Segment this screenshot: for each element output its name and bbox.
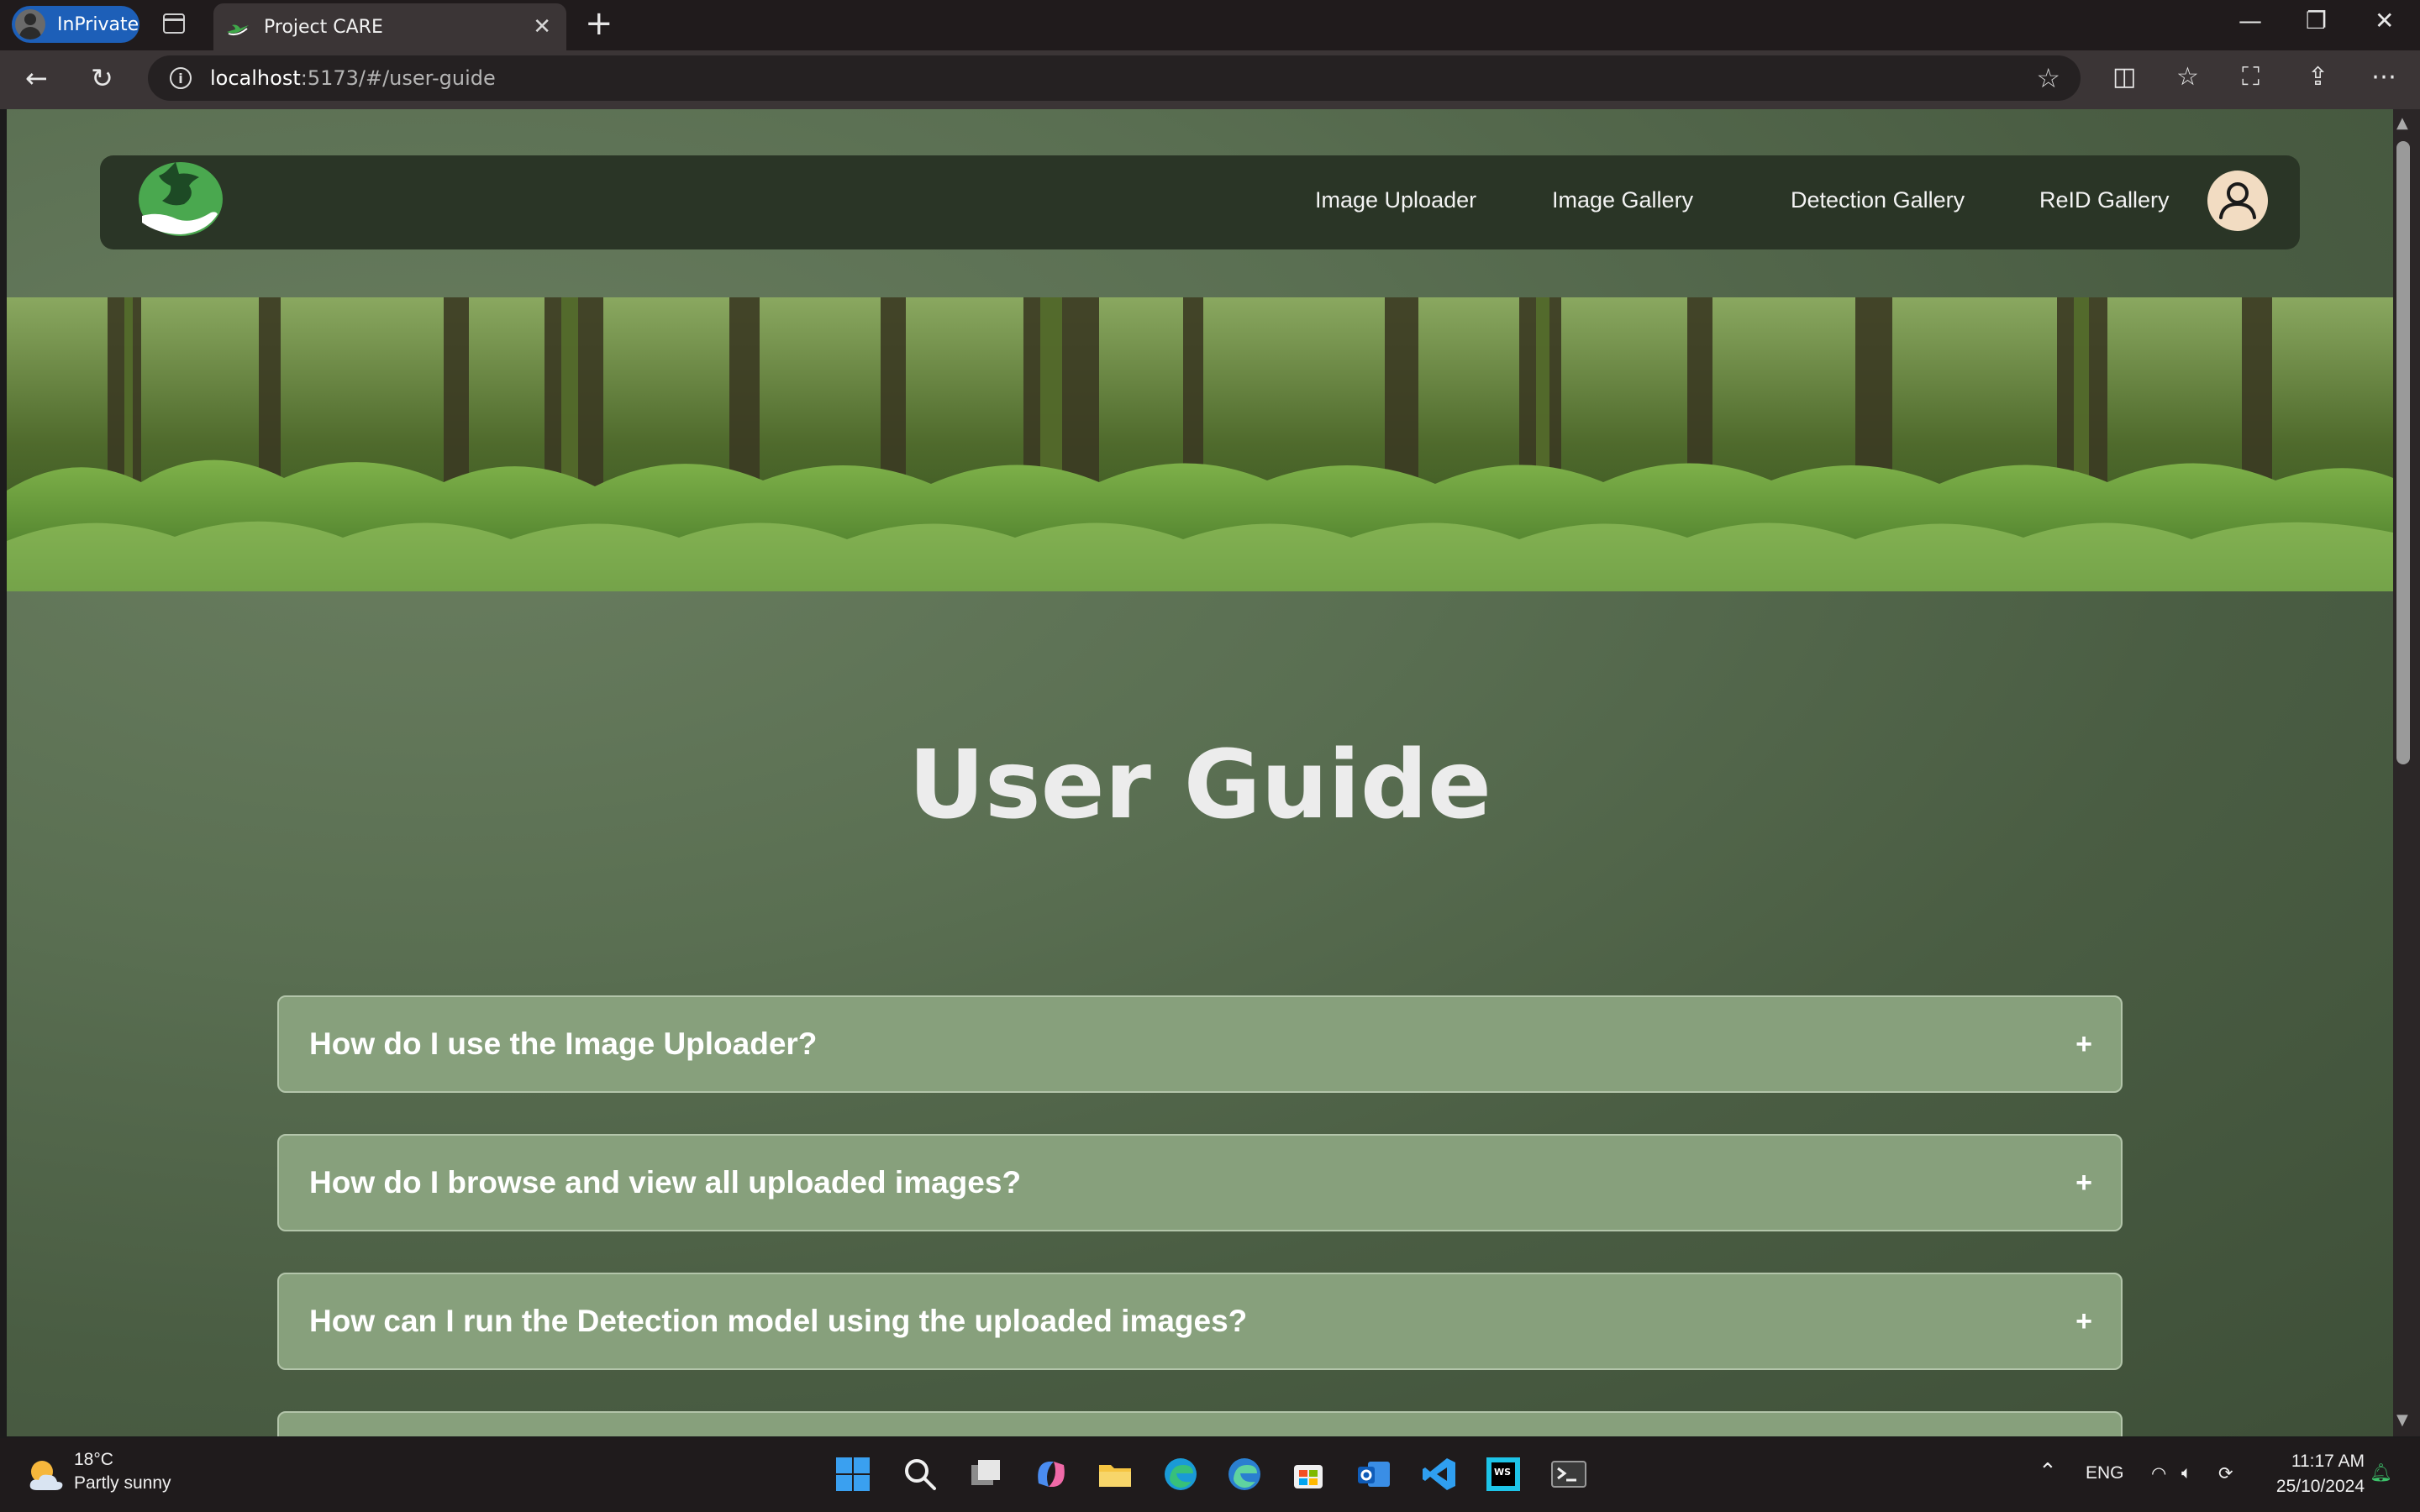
url-path: :5173/#/user-guide [300,66,496,90]
faq-item-detection-model[interactable]: How can I run the Detection model using … [277,1273,2123,1370]
browser-toolbar: ← ↻ i localhost:5173/#/user-guide ☆ ◫ ☆ … [0,50,2420,109]
page-title: User Guide [908,731,1491,840]
clock-date[interactable]: 25/10/2024 [2264,1477,2365,1497]
inprivate-label: InPrivate [57,13,139,35]
nav-reid-gallery[interactable]: ReID Gallery [2039,187,2170,213]
expand-plus-icon[interactable]: + [2075,997,2092,1091]
page-viewport: Image Uploader Image Gallery Detection G… [7,109,2393,1436]
language-indicator[interactable]: ENG [2086,1463,2124,1483]
more-options-icon[interactable]: ⋯ [2371,62,2396,92]
split-screen-icon[interactable]: ◫ [2112,62,2136,92]
webstorm-icon[interactable]: WS [1484,1455,1523,1494]
nav-detection-gallery[interactable]: Detection Gallery [1791,187,1965,213]
edge-dev-icon[interactable] [1225,1455,1264,1494]
inprivate-badge[interactable]: InPrivate [12,6,139,43]
faq-item-partial[interactable] [277,1411,2123,1436]
browser-title-bar: InPrivate Project CARE ✕ + — ❐ ✕ [0,0,2420,50]
profile-avatar-icon [15,9,45,39]
favorite-star-icon[interactable]: ☆ [2036,62,2060,94]
nav-image-gallery[interactable]: Image Gallery [1552,187,1693,213]
vscode-icon[interactable] [1420,1455,1459,1494]
svg-text:WS: WS [1494,1467,1511,1478]
terminal-icon[interactable] [1549,1455,1588,1494]
volume-icon[interactable]: 🔈︎ [2181,1463,2192,1483]
faq-item-browse-images[interactable]: How do I browse and view all uploaded im… [277,1134,2123,1231]
scrollbar-thumb[interactable] [2396,141,2410,764]
weather-condition[interactable]: Partly sunny [74,1473,171,1494]
sync-status-icon[interactable]: ⟳ [2218,1463,2233,1484]
windows-taskbar: 18°C Partly sunny WS ⌃ ENG ◠ 🔈︎ ⟳ 11:17 … [0,1438,2420,1512]
site-info-icon[interactable]: i [170,67,192,89]
forest-hero-image [7,297,2393,591]
outlook-icon[interactable] [1355,1455,1393,1494]
notification-bell-icon[interactable]: 🔔︎ [2370,1463,2392,1483]
screenshot-icon[interactable]: ⛶ [2242,62,2260,92]
scroll-up-icon[interactable]: ▲ [2396,114,2408,132]
weather-temperature[interactable]: 18°C [74,1450,113,1470]
tab-actions-icon[interactable] [163,13,185,34]
close-tab-icon[interactable]: ✕ [533,14,551,39]
new-tab-icon[interactable]: + [585,7,613,40]
minimize-icon[interactable]: — [2238,7,2262,34]
url-host: localhost [210,66,301,90]
user-account-button[interactable] [2207,171,2268,231]
tab-title: Project CARE [264,16,383,38]
browser-tab-active[interactable]: Project CARE ✕ [213,3,566,50]
expand-plus-icon[interactable]: + [2075,1136,2092,1230]
faq-question: How do I browse and view all uploaded im… [309,1165,1022,1200]
project-care-logo-icon[interactable] [134,155,228,243]
windows-start-icon[interactable] [834,1455,872,1494]
faq-question: How do I use the Image Uploader? [309,1026,818,1061]
clock-time[interactable]: 11:17 AM [2281,1452,2365,1472]
nav-image-uploader[interactable]: Image Uploader [1315,187,1476,213]
microsoft-store-icon[interactable] [1289,1455,1328,1494]
project-care-favicon-icon [227,24,249,36]
user-icon [2219,182,2256,219]
refresh-icon[interactable]: ↻ [91,62,113,94]
file-explorer-icon[interactable] [1096,1455,1134,1494]
faq-question: How can I run the Detection model using … [309,1304,1248,1338]
weather-partly-sunny-icon[interactable] [25,1457,66,1494]
favorites-icon[interactable]: ☆ [2176,62,2199,92]
scroll-down-icon[interactable]: ▼ [2396,1411,2408,1429]
expand-plus-icon[interactable]: + [2075,1274,2092,1368]
task-view-icon[interactable] [966,1455,1005,1494]
back-icon[interactable]: ← [25,62,48,94]
close-window-icon[interactable]: ✕ [2375,7,2394,34]
site-navbar: Image Uploader Image Gallery Detection G… [100,155,2300,249]
copilot-icon[interactable] [1032,1455,1071,1494]
wifi-icon[interactable]: ◠ [2151,1463,2166,1484]
address-bar[interactable]: i localhost:5173/#/user-guide ☆ [148,55,2081,101]
faq-item-image-uploader[interactable]: How do I use the Image Uploader? + [277,995,2123,1093]
share-icon[interactable]: ⇪ [2307,62,2328,92]
edge-browser-icon[interactable] [1161,1455,1200,1494]
search-icon[interactable] [901,1455,939,1494]
restore-icon[interactable]: ❐ [2306,7,2327,34]
show-hidden-icons-chevron-icon[interactable]: ⌃ [2039,1458,2057,1484]
